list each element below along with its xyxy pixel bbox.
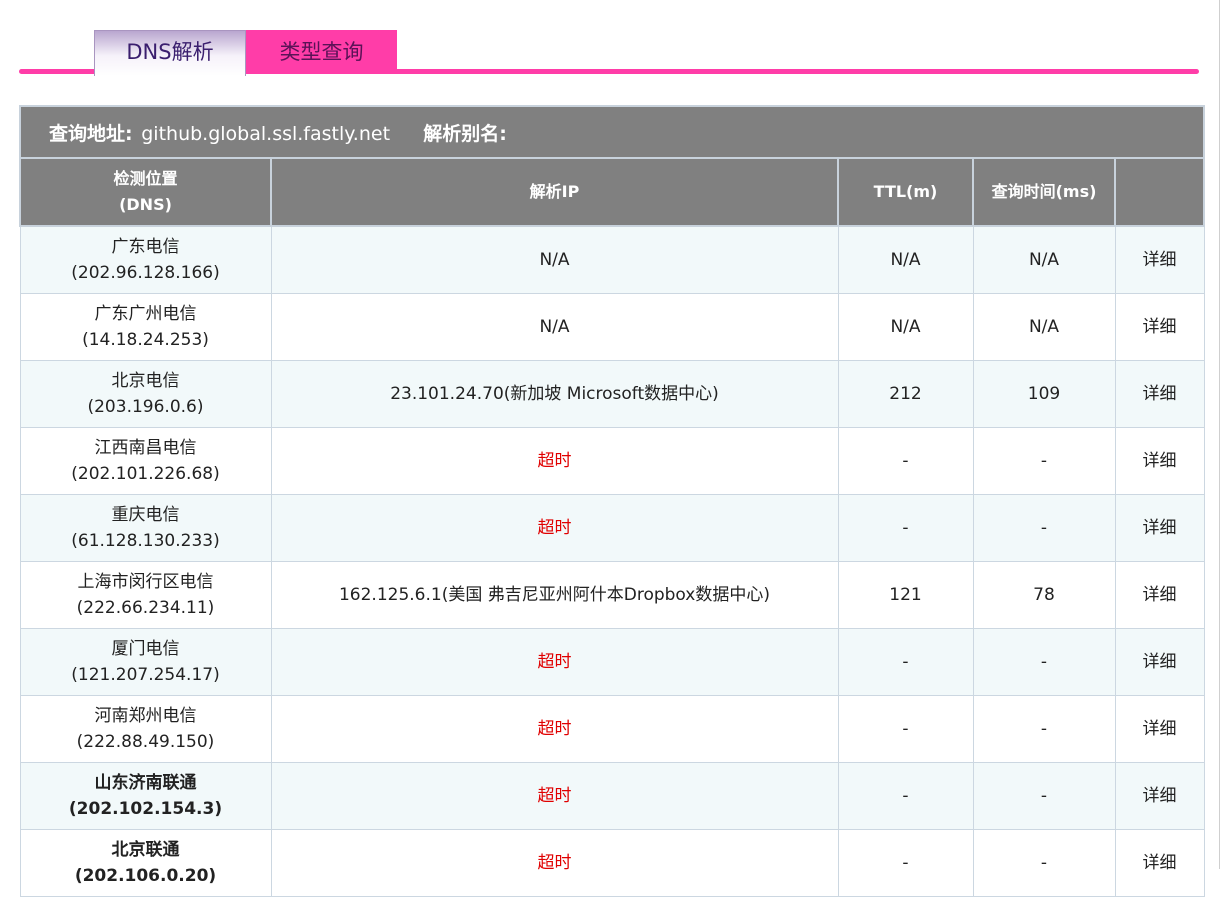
table-row: 河南郑州电信 (222.88.49.150) 超时 - - 详细 (19, 695, 1205, 763)
dns-server: (202.101.226.68) (71, 464, 220, 484)
cell-ttl: - (837, 494, 974, 562)
table-row: 厦门电信 (121.207.254.17) 超时 - - 详细 (19, 628, 1205, 696)
cell-time: 109 (972, 360, 1116, 428)
query-address-value: github.global.ssl.fastly.net (141, 122, 391, 145)
dns-server: (222.88.49.150) (76, 732, 215, 752)
location-name: 重庆电信 (111, 505, 180, 525)
cell-ttl: 121 (837, 561, 974, 629)
cell-ip: 超时 (270, 494, 839, 562)
cell-ttl: - (837, 695, 974, 763)
detail-link[interactable]: 详细 (1114, 293, 1205, 361)
alias-label: 解析别名: (423, 122, 507, 145)
cell-time: - (972, 494, 1116, 562)
cell-time: N/A (972, 225, 1116, 294)
cell-ip: 162.125.6.1(美国 弗吉尼亚州阿什本Dropbox数据中心) (270, 561, 839, 629)
cell-location: 厦门电信 (121.207.254.17) (19, 628, 272, 696)
cell-ip: N/A (270, 293, 839, 361)
cell-location: 北京电信 (203.196.0.6) (19, 360, 272, 428)
cell-location: 重庆电信 (61.128.130.233) (19, 494, 272, 562)
column-header-row: 检测位置 (DNS) 解析IP TTL(m) 查询时间(ms) (19, 157, 1206, 227)
cell-ttl: - (837, 762, 974, 830)
location-name: 上海市闵行区电信 (77, 572, 214, 592)
cell-ip: 超时 (270, 628, 839, 696)
table-row: 广东电信 (202.96.128.166) N/A N/A N/A 详细 (19, 225, 1205, 294)
detail-link[interactable]: 详细 (1114, 829, 1205, 897)
cell-ip: 超时 (270, 427, 839, 495)
results-table: 查询地址: github.global.ssl.fastly.net 解析别名:… (18, 105, 1206, 897)
tab-dns-resolve[interactable]: DNS解析 (94, 30, 246, 76)
detail-link[interactable]: 详细 (1114, 762, 1205, 830)
cell-location: 上海市闵行区电信 (222.66.234.11) (19, 561, 272, 629)
detail-link[interactable]: 详细 (1114, 561, 1205, 629)
cell-ip: 超时 (270, 695, 839, 763)
dns-server: (222.66.234.11) (76, 598, 215, 618)
cell-time: - (972, 829, 1116, 897)
cell-ip: 超时 (270, 829, 839, 897)
table-row: 北京电信 (203.196.0.6) 23.101.24.70(新加坡 Micros… (19, 360, 1205, 428)
cell-location: 江西南昌电信 (202.101.226.68) (19, 427, 272, 495)
location-name: 广东电信 (111, 237, 180, 257)
dns-server: (14.18.24.253) (82, 330, 209, 350)
cell-location: 北京联通 (202.106.0.20) (19, 829, 272, 897)
detail-link[interactable]: 详细 (1114, 360, 1205, 428)
cell-location: 广东电信 (202.96.128.166) (19, 225, 272, 294)
detail-link[interactable]: 详细 (1114, 225, 1205, 294)
cell-location: 河南郑州电信 (222.88.49.150) (19, 695, 272, 763)
cell-ip: 超时 (270, 762, 839, 830)
dns-server: (202.106.0.20) (74, 866, 217, 886)
dns-server: (121.207.254.17) (71, 665, 220, 685)
cell-ttl: - (837, 829, 974, 897)
cell-ttl: - (837, 628, 974, 696)
cell-ip: 23.101.24.70(新加坡 Microsoft数据中心) (270, 360, 839, 428)
cell-time: - (972, 427, 1116, 495)
location-name: 北京联通 (111, 840, 180, 860)
table-row: 北京联通 (202.106.0.20) 超时 - - 详细 (19, 829, 1205, 897)
col-detail (1113, 157, 1206, 227)
location-name: 山东济南联通 (94, 773, 197, 793)
cell-time: N/A (972, 293, 1116, 361)
tab-type-query[interactable]: 类型查询 (246, 30, 397, 74)
cell-time: - (972, 762, 1116, 830)
tab-bar: DNS解析 类型查询 (19, 30, 1199, 76)
results-panel: 查询地址: github.global.ssl.fastly.net 解析别名:… (18, 105, 1206, 897)
cell-location: 山东济南联通 (202.102.154.3) (19, 762, 272, 830)
table-row: 江西南昌电信 (202.101.226.68) 超时 - - 详细 (19, 427, 1205, 495)
cell-ttl: 212 (837, 360, 974, 428)
cell-time: - (972, 628, 1116, 696)
location-name: 江西南昌电信 (94, 438, 197, 458)
cell-ttl: N/A (837, 293, 974, 361)
detail-link[interactable]: 详细 (1114, 628, 1205, 696)
query-address-label: 查询地址: (49, 122, 133, 145)
query-info-row: 查询地址: github.global.ssl.fastly.net 解析别名: (18, 105, 1206, 159)
cell-time: 78 (972, 561, 1116, 629)
dns-server: (202.96.128.166) (71, 263, 220, 283)
dns-server: (61.128.130.233) (71, 531, 220, 551)
page-right-border (1219, 0, 1220, 869)
cell-ttl: N/A (837, 225, 974, 294)
col-location: 检测位置 (DNS) (19, 157, 272, 227)
col-time: 查询时间(ms) (972, 157, 1116, 227)
location-name: 河南郑州电信 (94, 706, 197, 726)
table-row: 重庆电信 (61.128.130.233) 超时 - - 详细 (19, 494, 1205, 562)
detail-link[interactable]: 详细 (1114, 494, 1205, 562)
detail-link[interactable]: 详细 (1114, 427, 1205, 495)
table-row: 上海市闵行区电信 (222.66.234.11) 162.125.6.1(美国 弗吉… (19, 561, 1205, 629)
cell-time: - (972, 695, 1116, 763)
cell-location: 广东广州电信 (14.18.24.253) (19, 293, 272, 361)
cell-ip: N/A (270, 225, 839, 294)
cell-ttl: - (837, 427, 974, 495)
col-ttl: TTL(m) (837, 157, 974, 227)
table-row: 山东济南联通 (202.102.154.3) 超时 - - 详细 (19, 762, 1205, 830)
location-name: 北京电信 (111, 371, 180, 391)
location-name: 广东广州电信 (94, 304, 197, 324)
location-name: 厦门电信 (111, 639, 180, 659)
dns-server: (203.196.0.6) (87, 397, 204, 417)
table-row: 广东广州电信 (14.18.24.253) N/A N/A N/A 详细 (19, 293, 1205, 361)
detail-link[interactable]: 详细 (1114, 695, 1205, 763)
dns-server: (202.102.154.3) (68, 799, 223, 819)
col-ip: 解析IP (270, 157, 839, 227)
